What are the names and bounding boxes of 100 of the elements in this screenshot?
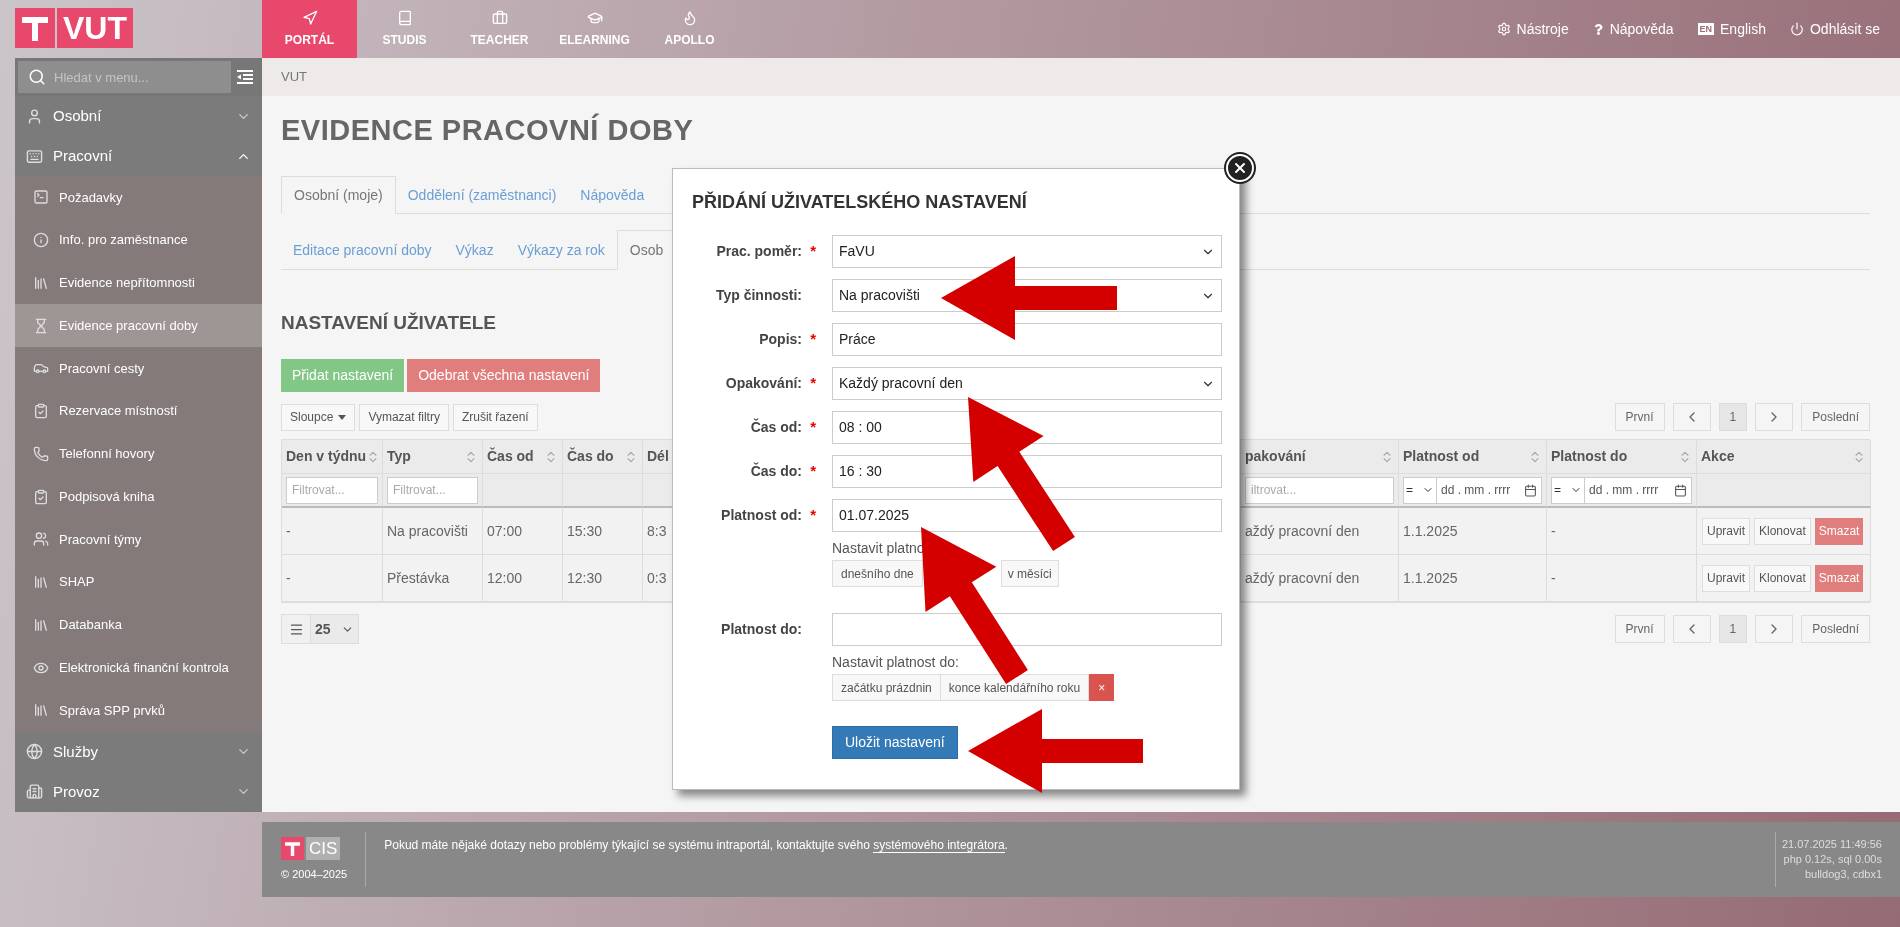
- column-header-cell[interactable]: Dél: [643, 440, 673, 474]
- input-field[interactable]: [832, 613, 1222, 646]
- operator-select[interactable]: =: [1551, 476, 1585, 504]
- menu-group[interactable]: Pracovní: [15, 137, 262, 176]
- header-link[interactable]: EN English: [1697, 18, 1766, 40]
- calendar-icon: [1674, 483, 1687, 497]
- tab[interactable]: Výkaz: [443, 230, 506, 270]
- shortcut-button[interactable]: v měsíci: [1000, 560, 1059, 587]
- toolbar-button[interactable]: Vymazat filtry: [359, 403, 449, 431]
- required-mark: *: [810, 329, 816, 350]
- required-mark: *: [810, 241, 816, 262]
- column-header-cell[interactable]: pakování: [1241, 440, 1399, 474]
- filter-field[interactable]: Filtrovat...: [387, 476, 478, 504]
- list-icon[interactable]: [281, 614, 311, 644]
- column-header-cell[interactable]: Den v týdnu: [282, 440, 383, 474]
- nav-tab[interactable]: APOLLO: [642, 0, 737, 58]
- menu-item[interactable]: Pracovní týmy: [15, 518, 262, 561]
- row-action-button[interactable]: Klonovat: [1754, 564, 1811, 592]
- save-button[interactable]: Uložit nastavení: [832, 726, 958, 759]
- first-page-button[interactable]: První: [1614, 615, 1665, 643]
- tab[interactable]: Výkazy za rok: [505, 230, 617, 270]
- header-link[interactable]: Nástroje: [1496, 18, 1569, 40]
- close-button[interactable]: [1226, 154, 1254, 182]
- tab[interactable]: Nápověda: [568, 176, 657, 214]
- column-header-cell[interactable]: Typ: [383, 440, 483, 474]
- breadcrumb-link[interactable]: VUT: [281, 67, 307, 87]
- table-cell-text: 8:3: [647, 521, 667, 541]
- tab[interactable]: Editace pracovní doby: [281, 230, 444, 270]
- table-cell-text: 12:30: [567, 568, 603, 588]
- menu-item[interactable]: Podpisová kniha: [15, 475, 262, 518]
- select-field[interactable]: Každý pracovní den: [832, 367, 1222, 400]
- briefcase-icon: [491, 9, 508, 26]
- shortcut-button[interactable]: dnešního dne: [832, 560, 923, 587]
- page-button[interactable]: 1: [1718, 403, 1748, 431]
- input-field[interactable]: Práce: [832, 323, 1222, 356]
- shortcut-button[interactable]: začátku prázdnin: [832, 674, 941, 701]
- table-cell-text: Na pracovišti: [387, 521, 468, 541]
- header-link[interactable]: Odhlásit se: [1789, 18, 1880, 40]
- select-field[interactable]: FaVU: [832, 235, 1222, 268]
- menu-item[interactable]: Evidence nepřítomnosti: [15, 261, 262, 305]
- nav-tab[interactable]: PORTÁL: [262, 0, 357, 58]
- language-badge: EN: [1697, 23, 1715, 35]
- users-icon: [33, 531, 49, 548]
- column-header-cell[interactable]: Platnost do: [1547, 440, 1697, 474]
- menu-item[interactable]: Správa SPP prvků: [15, 689, 262, 732]
- field-label: Čas od:: [750, 417, 802, 437]
- menu-item[interactable]: Databanka: [15, 603, 262, 647]
- section-title: NASTAVENÍ UŽIVATELE: [281, 312, 497, 334]
- page-size-select[interactable]: 25: [311, 614, 359, 644]
- t-logo-icon: [15, 8, 55, 48]
- row-action-button[interactable]: Smazat: [1814, 517, 1864, 545]
- column-header-cell[interactable]: Čas od: [483, 440, 563, 474]
- menu-item[interactable]: Elektronická finanční kontrola: [15, 646, 262, 689]
- filter-field[interactable]: iltrovat...: [1245, 476, 1394, 504]
- date-field[interactable]: dd . mm . rrrr: [1585, 476, 1692, 504]
- caret-icon: [338, 414, 347, 420]
- menu-group[interactable]: Služby: [15, 731, 262, 772]
- shortcut-button[interactable]: ×: [1089, 674, 1115, 701]
- row-action-button[interactable]: Smazat: [1814, 564, 1864, 592]
- column-header-cell[interactable]: Platnost od: [1399, 440, 1547, 474]
- menu-item[interactable]: SHAP: [15, 560, 262, 604]
- required-mark: *: [810, 505, 816, 526]
- integrator-link[interactable]: systémového integrátora: [873, 838, 1005, 853]
- column-header-cell[interactable]: Akce: [1697, 440, 1871, 474]
- action-button[interactable]: Odebrat všechna nastavení: [407, 359, 601, 392]
- menu-item[interactable]: Rezervace místností: [15, 389, 262, 433]
- menu-item[interactable]: Požadavky: [15, 176, 262, 219]
- toolbar-button[interactable]: Sloupce: [281, 403, 356, 431]
- user-icon: [26, 108, 43, 125]
- table-cell-text: aždý pracovní den: [1245, 521, 1360, 541]
- menu-item[interactable]: Telefonní hovory: [15, 432, 262, 476]
- tab[interactable]: Oddělení (zaměstnanci): [395, 176, 569, 214]
- filter-field[interactable]: Filtrovat...: [286, 476, 378, 504]
- building-icon: [26, 783, 43, 801]
- row-action-button[interactable]: Upravit: [1702, 517, 1750, 545]
- column-header-cell[interactable]: Čas do: [563, 440, 643, 474]
- header-link[interactable]: Nápověda: [1592, 18, 1674, 40]
- menu-group[interactable]: Osobní: [15, 96, 262, 137]
- input-field[interactable]: 01.07.2025: [832, 499, 1222, 532]
- menu-group[interactable]: Provoz: [15, 771, 262, 812]
- row-action-button[interactable]: Upravit: [1702, 564, 1750, 592]
- logo-text: VUT: [57, 8, 133, 48]
- first-page-button[interactable]: První: [1614, 403, 1665, 431]
- page-button[interactable]: 1: [1718, 615, 1748, 643]
- menu-item[interactable]: Info. pro zaměstnance: [15, 218, 262, 262]
- tab[interactable]: Osobní (moje): [281, 176, 396, 214]
- table-cell-text: 15:30: [567, 521, 603, 541]
- shortcut-button[interactable]: konce kalendářního roku: [939, 674, 1090, 701]
- menu-item[interactable]: Pracovní cesty: [15, 347, 262, 390]
- close-icon: [1232, 160, 1248, 176]
- row-action-button[interactable]: Klonovat: [1754, 517, 1811, 545]
- help-icon: [1592, 23, 1604, 35]
- collapse-menu-icon[interactable]: [237, 70, 253, 84]
- last-page-button[interactable]: Poslední: [1801, 403, 1870, 431]
- operator-select[interactable]: =: [1403, 476, 1437, 504]
- toolbar-button[interactable]: Zrušit řazení: [452, 403, 538, 431]
- date-field[interactable]: dd . mm . rrrr: [1437, 476, 1542, 504]
- menu-item[interactable]: Evidence pracovní doby: [15, 304, 262, 347]
- field-label: Popis:: [759, 330, 802, 349]
- last-page-button[interactable]: Poslední: [1801, 615, 1870, 643]
